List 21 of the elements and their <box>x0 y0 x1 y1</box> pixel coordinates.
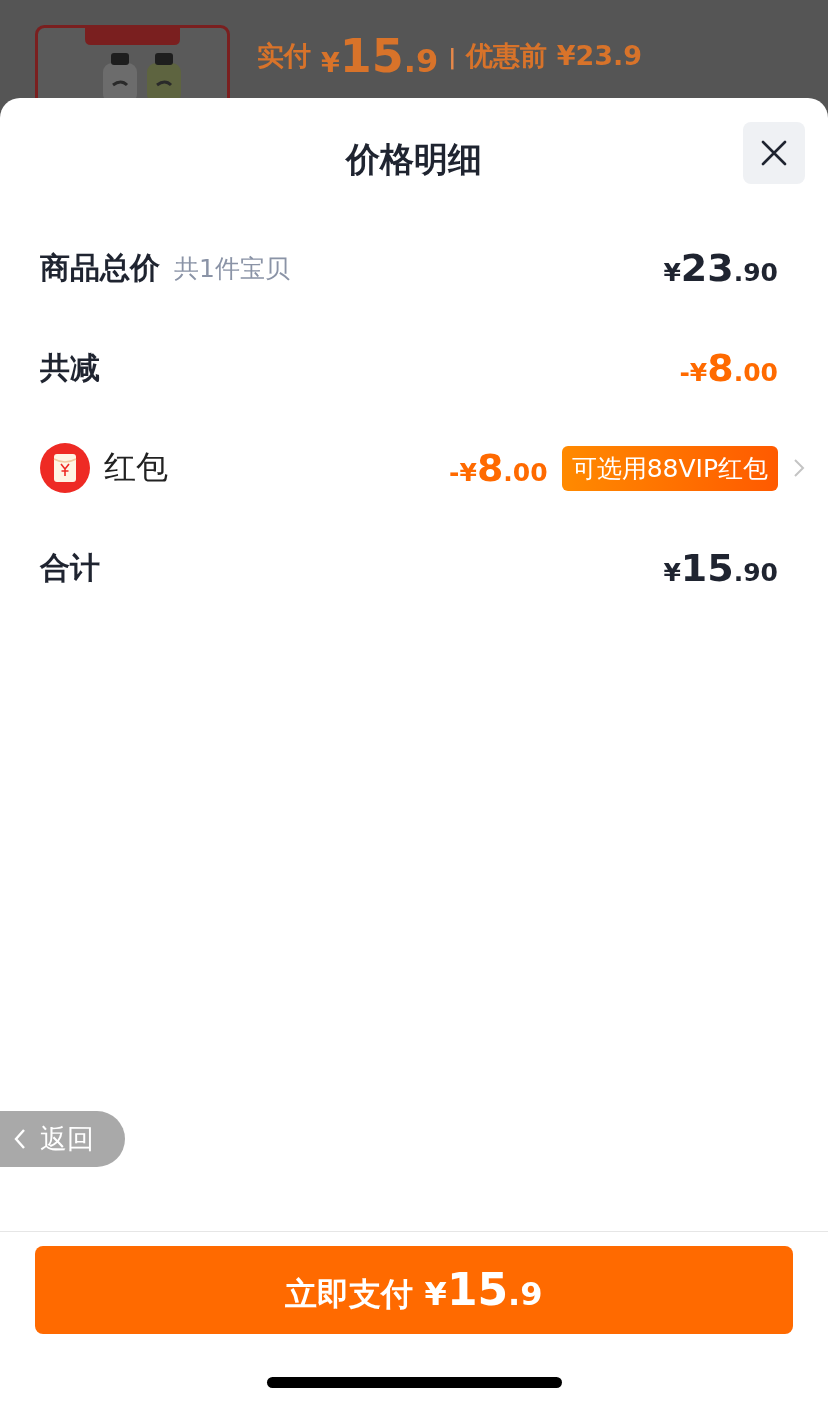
coupon-tag[interactable]: 可选用88VIP红包 <box>561 445 778 491</box>
price: -¥8.00 <box>449 446 548 490</box>
price: -¥8.00 <box>679 346 778 390</box>
sheet-title: 价格明细 <box>346 137 482 181</box>
row-label: 合计 <box>40 548 100 587</box>
separator: | <box>448 43 457 69</box>
row-label: 共减 <box>40 348 100 387</box>
pay-button[interactable]: 立即支付 ¥15.9 <box>35 1246 793 1334</box>
paid-price: ¥15.9 <box>321 29 439 83</box>
row-label: 商品总价 <box>40 248 160 287</box>
paid-label: 实付 <box>257 39 311 73</box>
close-button[interactable] <box>743 122 805 184</box>
row-label: 红包 <box>104 447 168 488</box>
chevron-left-icon <box>12 1127 28 1151</box>
price: ¥15.90 <box>663 546 778 590</box>
envelope-icon <box>40 443 90 493</box>
back-button[interactable]: 返回 <box>0 1111 125 1167</box>
original-price: 优惠前 ¥23.9 <box>466 39 643 73</box>
close-icon <box>760 139 788 167</box>
price: ¥23.90 <box>663 246 778 290</box>
item-count: 共1件宝贝 <box>174 252 290 285</box>
